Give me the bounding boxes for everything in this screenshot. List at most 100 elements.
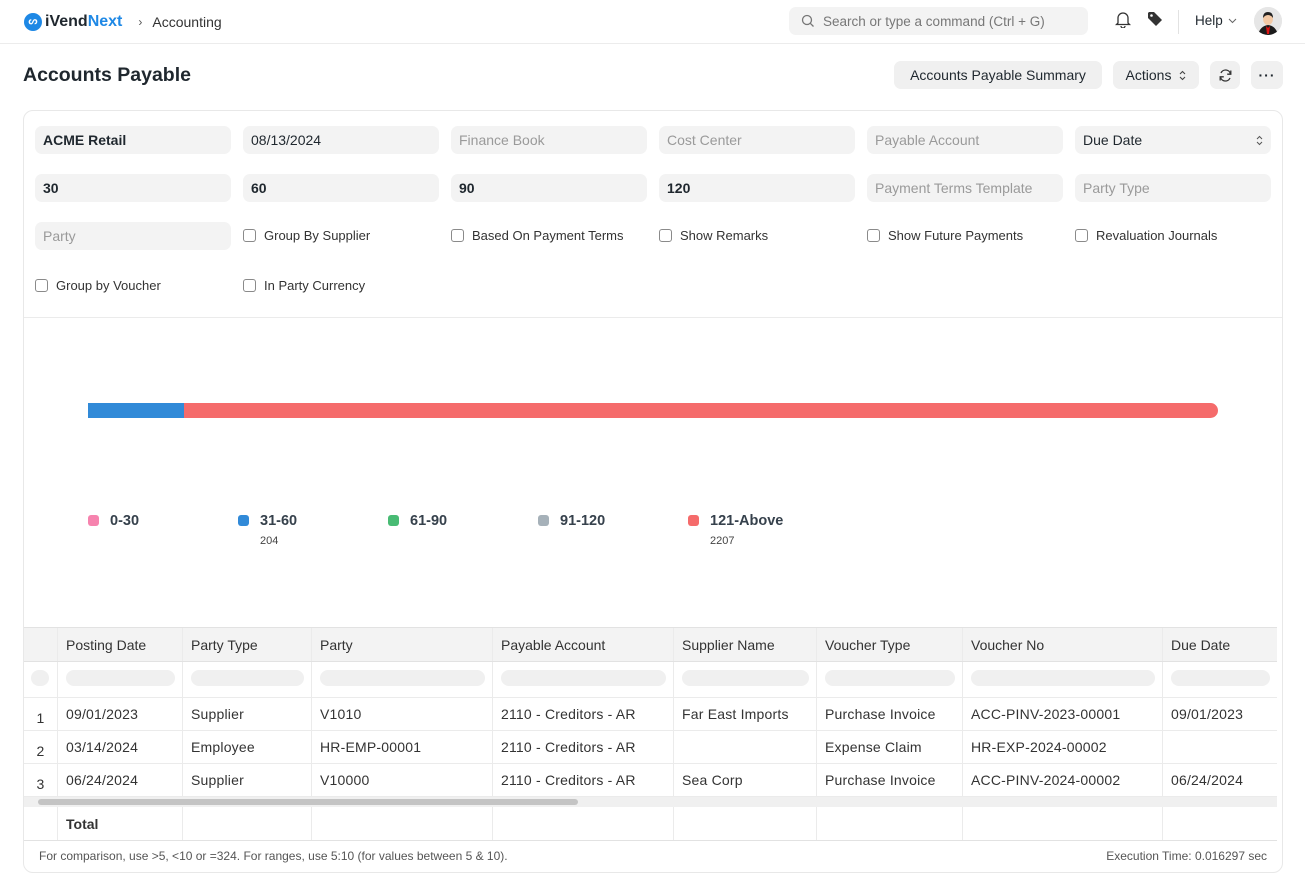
accounts-payable-summary-button[interactable]: Accounts Payable Summary bbox=[894, 61, 1102, 89]
row-number: 3 bbox=[36, 776, 45, 792]
party-field[interactable]: Party bbox=[35, 222, 231, 250]
range3-field[interactable]: 90 bbox=[451, 174, 647, 202]
bar-segment-121-above[interactable] bbox=[183, 403, 1218, 418]
checkbox-box[interactable] bbox=[243, 279, 256, 292]
column-header-payable-account[interactable]: Payable Account bbox=[492, 628, 673, 661]
range4-field[interactable]: 120 bbox=[659, 174, 855, 202]
range3-value: 90 bbox=[459, 180, 475, 196]
column-header-posting-date[interactable]: Posting Date bbox=[57, 628, 182, 661]
filter-checkbox[interactable] bbox=[31, 670, 49, 686]
table-cell[interactable]: ACC-PINV-2023-00001 bbox=[962, 698, 1162, 730]
table-cell[interactable]: Expense Claim bbox=[816, 731, 962, 763]
bar-segment-31-60[interactable] bbox=[88, 403, 184, 418]
table-row[interactable]: 3 06/24/2024 Supplier V10000 2110 - Creditor… bbox=[24, 764, 1277, 797]
checkbox-box[interactable] bbox=[659, 229, 672, 242]
table-cell[interactable]: Employee bbox=[182, 731, 311, 763]
help-dropdown[interactable]: Help bbox=[1195, 13, 1237, 28]
horizontal-scrollbar[interactable] bbox=[24, 797, 1277, 807]
table-cell[interactable]: Supplier bbox=[182, 698, 311, 730]
in-party-currency-checkbox[interactable]: In Party Currency bbox=[243, 278, 365, 293]
table-cell[interactable]: Sea Corp bbox=[673, 764, 816, 796]
checkbox-label: In Party Currency bbox=[264, 278, 366, 293]
table-row[interactable]: 2 03/14/2024 Employee HR-EMP-00001 2110 - Cr… bbox=[24, 731, 1277, 764]
column-filter-input[interactable] bbox=[971, 670, 1155, 686]
user-avatar[interactable] bbox=[1254, 7, 1282, 35]
checkbox-box[interactable] bbox=[867, 229, 880, 242]
range2-field[interactable]: 60 bbox=[243, 174, 439, 202]
tag-icon[interactable] bbox=[1147, 11, 1163, 27]
table-cell[interactable]: 2110 - Creditors - AR bbox=[492, 731, 673, 763]
payment-terms-template-field[interactable]: Payment Terms Template bbox=[867, 174, 1063, 202]
column-filter-input[interactable] bbox=[66, 670, 175, 686]
payable-account-field[interactable]: Payable Account bbox=[867, 126, 1063, 154]
table-cell[interactable]: 03/14/2024 bbox=[57, 731, 182, 763]
search-input[interactable]: Search or type a command (Ctrl + G) bbox=[789, 7, 1088, 35]
brand-logo[interactable]: ᔕ iVend Next bbox=[24, 12, 122, 31]
column-header-voucher-type[interactable]: Voucher Type bbox=[816, 628, 962, 661]
legend-label: 0-30 bbox=[110, 513, 140, 529]
filter-cell bbox=[57, 662, 182, 697]
ageing-based-on-select[interactable]: Due Date bbox=[1075, 126, 1271, 154]
finance-book-field[interactable]: Finance Book bbox=[451, 126, 647, 154]
checkbox-box[interactable] bbox=[451, 229, 464, 242]
column-filter-input[interactable] bbox=[191, 670, 304, 686]
table-cell[interactable] bbox=[1162, 731, 1277, 763]
legend-label: 91-120 bbox=[560, 513, 606, 529]
column-header-voucher-no[interactable]: Voucher No bbox=[962, 628, 1162, 661]
total-label: Total bbox=[57, 807, 182, 840]
show-remarks-checkbox[interactable]: Show Remarks bbox=[659, 228, 768, 243]
group-by-supplier-checkbox[interactable]: Group By Supplier bbox=[243, 228, 370, 243]
ageing-percentage-chart bbox=[88, 403, 1218, 418]
cost-center-field[interactable]: Cost Center bbox=[659, 126, 855, 154]
table-cell[interactable]: Purchase Invoice bbox=[816, 764, 962, 796]
show-future-payments-checkbox[interactable]: Show Future Payments bbox=[867, 228, 1023, 243]
checkbox-box[interactable] bbox=[1075, 229, 1088, 242]
filter-cell bbox=[816, 662, 962, 697]
refresh-button[interactable] bbox=[1210, 61, 1240, 89]
table-cell[interactable]: HR-EMP-00001 bbox=[311, 731, 492, 763]
group-by-voucher-checkbox[interactable]: Group by Voucher bbox=[35, 278, 161, 293]
column-header-party[interactable]: Party bbox=[311, 628, 492, 661]
table-cell[interactable]: V10000 bbox=[311, 764, 492, 796]
table-cell[interactable]: 09/01/2023 bbox=[1162, 698, 1277, 730]
more-options-button[interactable]: ··· bbox=[1251, 61, 1283, 89]
filter-cell bbox=[673, 662, 816, 697]
total-cell bbox=[311, 807, 492, 840]
table-cell[interactable] bbox=[673, 731, 816, 763]
table-cell[interactable]: 06/24/2024 bbox=[1162, 764, 1277, 796]
column-filter-input[interactable] bbox=[320, 670, 485, 686]
column-filter-input[interactable] bbox=[825, 670, 955, 686]
checkbox-box[interactable] bbox=[243, 229, 256, 242]
range1-field[interactable]: 30 bbox=[35, 174, 231, 202]
column-filter-input[interactable] bbox=[682, 670, 809, 686]
party-type-field[interactable]: Party Type bbox=[1075, 174, 1271, 202]
table-cell[interactable]: 09/01/2023 bbox=[57, 698, 182, 730]
table-cell[interactable]: Purchase Invoice bbox=[816, 698, 962, 730]
range1-value: 30 bbox=[43, 180, 59, 196]
company-field[interactable]: ACME Retail bbox=[35, 126, 231, 154]
table-row[interactable]: 1 09/01/2023 Supplier V1010 2110 - Creditors… bbox=[24, 698, 1277, 731]
based-on-payment-terms-checkbox[interactable]: Based On Payment Terms bbox=[451, 228, 624, 243]
column-header-party-type[interactable]: Party Type bbox=[182, 628, 311, 661]
breadcrumb-accounting[interactable]: Accounting bbox=[152, 14, 221, 30]
column-filter-input[interactable] bbox=[501, 670, 666, 686]
revaluation-journals-checkbox[interactable]: Revaluation Journals bbox=[1075, 228, 1217, 243]
table-cell[interactable]: Far East Imports bbox=[673, 698, 816, 730]
table-filter-row bbox=[24, 662, 1277, 698]
table-cell[interactable]: 2110 - Creditors - AR bbox=[492, 764, 673, 796]
table-cell[interactable]: ACC-PINV-2024-00002 bbox=[962, 764, 1162, 796]
scrollbar-thumb[interactable] bbox=[38, 799, 578, 805]
table-cell[interactable]: V1010 bbox=[311, 698, 492, 730]
checkbox-box[interactable] bbox=[35, 279, 48, 292]
table-cell[interactable]: Supplier bbox=[182, 764, 311, 796]
column-header-due-date[interactable]: Due Date bbox=[1162, 628, 1277, 661]
column-filter-input[interactable] bbox=[1171, 670, 1270, 686]
bell-icon[interactable] bbox=[1115, 10, 1131, 28]
column-header-supplier-name[interactable]: Supplier Name bbox=[673, 628, 816, 661]
execution-time: Execution Time: 0.016297 sec bbox=[1106, 849, 1267, 863]
table-cell[interactable]: HR-EXP-2024-00002 bbox=[962, 731, 1162, 763]
table-cell[interactable]: 2110 - Creditors - AR bbox=[492, 698, 673, 730]
actions-button[interactable]: Actions bbox=[1113, 61, 1199, 89]
table-cell[interactable]: 06/24/2024 bbox=[57, 764, 182, 796]
report-date-field[interactable]: 08/13/2024 bbox=[243, 126, 439, 154]
